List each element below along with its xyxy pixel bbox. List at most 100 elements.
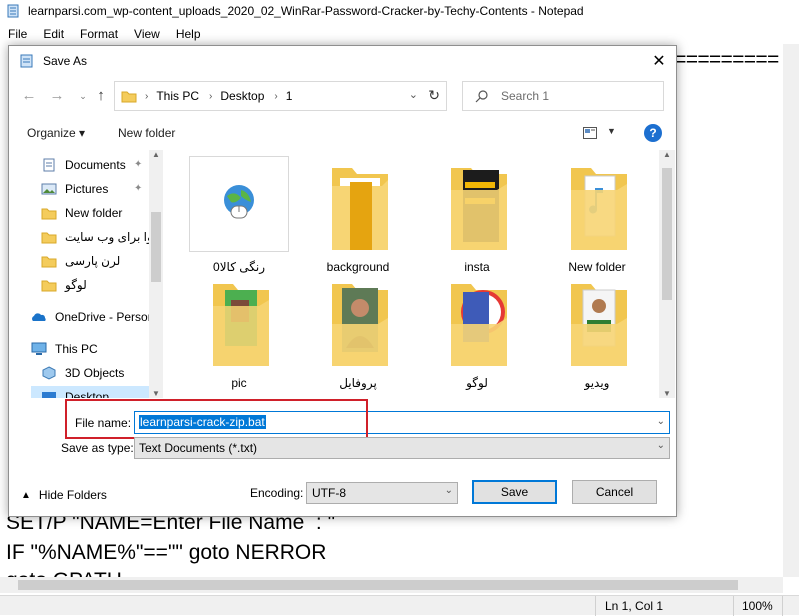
text-fragment: ========= [674,50,779,73]
view-options-icon[interactable] [583,127,597,139]
file-label: ویدیو [584,376,610,390]
folder-icon [213,284,269,366]
folder-icon [332,284,388,366]
breadcrumb-this-pc[interactable]: This PC [156,89,199,103]
save-as-type-label: Save as type: [61,441,134,455]
nav-item-label: Desktop [65,390,110,398]
encoding-value: UTF-8 [312,486,346,500]
nav-item-label: لوگو [65,278,87,292]
encoding-select[interactable]: UTF-8 ⌄ [306,482,458,504]
chevron-down-icon: ⌄ [444,485,453,496]
up-arrow-icon[interactable]: ↑ [91,86,111,106]
folder-icon [571,168,627,250]
documents-icon [43,158,55,172]
forward-arrow-icon[interactable]: → [47,86,67,106]
nav-item-folder[interactable]: لوگو [41,274,162,296]
nav-item-label: لرن پارسی [65,254,121,268]
pin-icon: ✦ [134,159,143,170]
refresh-icon[interactable]: ↻ [428,87,440,104]
nav-item-label: 3D Objects [65,366,125,380]
status-separator [782,596,783,616]
help-icon[interactable]: ? [644,124,662,142]
cancel-button[interactable]: Cancel [572,480,657,504]
close-button[interactable]: ✕ [642,46,676,76]
chevron-up-icon: ▲ [21,489,31,501]
file-item-folder[interactable]: insta [427,156,527,274]
scroll-thumb[interactable] [151,212,161,282]
close-icon: ✕ [652,53,666,70]
nav-item-new-folder[interactable]: New folder [41,202,162,224]
navigation-scrollbar[interactable]: ▲ ▼ [149,150,163,398]
folder-icon [121,91,137,103]
highlight-annotation [65,399,368,439]
desktop-icon [42,392,56,398]
status-position: Ln 1, Col 1 [605,599,664,613]
folder-icon [41,256,57,268]
file-item-shortcut[interactable]: 0رنگی کالا [189,156,289,274]
nav-item-this-pc[interactable]: This PC [31,338,162,360]
search-icon [475,90,488,103]
text-line: IF "%NAME%"=="" goto NERROR [6,541,327,564]
scroll-thumb[interactable] [18,580,738,590]
file-list: 0رنگی کالا background insta New folder p… [174,150,658,398]
scroll-up-icon[interactable]: ▲ [152,150,160,159]
nav-item-label: OneDrive - Persor [55,310,152,324]
file-list-scrollbar[interactable]: ▲ ▼ [659,150,675,398]
breadcrumb-1[interactable]: 1 [286,89,293,103]
nav-item-label: This PC [55,342,98,356]
file-item-folder[interactable]: ویدیو [547,272,647,390]
hide-folders-button[interactable]: ▲ Hide Folders [21,488,107,502]
chevron-down-icon: ⌄ [656,440,665,451]
save-button[interactable]: Save [472,480,557,504]
save-as-type-select[interactable]: Text Documents (*.txt) ⌄ [134,437,670,459]
file-item-folder[interactable]: پروفایل [308,272,408,390]
nav-item-documents[interactable]: Documents [41,154,162,176]
nav-item-label: Documents [65,158,126,172]
scroll-down-icon[interactable]: ▼ [152,389,160,398]
folder-icon [41,208,57,220]
notepad-icon [20,54,33,68]
folder-icon [41,232,57,244]
3d-objects-icon [42,366,56,380]
organize-button[interactable]: Organize ▾ [27,126,85,140]
chevron-right-icon: › [274,90,278,102]
nav-item-onedrive[interactable]: OneDrive - Persor [31,306,162,328]
file-item-folder[interactable]: background [308,156,408,274]
back-arrow-icon[interactable]: ← [19,86,39,106]
new-folder-button[interactable]: New folder [118,126,175,140]
search-input[interactable]: Search 1 [462,81,664,111]
breadcrumb-desktop[interactable]: Desktop [220,89,264,103]
folder-icon [571,284,627,366]
nav-item-label: Pictures [65,182,109,196]
scroll-down-icon[interactable]: ▼ [663,389,671,398]
file-label: لوگو [466,376,488,390]
notepad-horizontal-scrollbar[interactable] [0,577,783,593]
nav-item-3d-objects[interactable]: 3D Objects [41,362,162,384]
folder-icon [451,284,507,366]
address-bar[interactable]: › This PC › Desktop › 1 ⌄ ↻ [114,81,447,111]
chevron-right-icon: › [209,90,213,102]
view-dropdown-chevron-icon[interactable]: ▼ [607,126,616,136]
scroll-thumb[interactable] [662,168,672,300]
notepad-vertical-scrollbar[interactable] [783,44,799,577]
dialog-title-bar: Save As [9,46,676,76]
save-as-dialog: Save As ✕ ← → ⌄ ↑ › This PC › Desktop › … [8,45,677,517]
nav-item-folder[interactable]: نوا برای وب سایت [41,226,162,248]
status-zoom: 100% [742,599,773,613]
nav-item-label: New folder [65,206,123,220]
dialog-toolbar: Organize ▾ New folder ▼ ? [9,120,676,146]
nav-item-folder[interactable]: لرن پارسی [41,250,162,272]
file-item-folder[interactable]: pic [189,272,289,390]
chevron-down-icon[interactable]: ⌄ [657,416,665,427]
file-item-folder[interactable]: New folder [547,156,647,274]
scroll-up-icon[interactable]: ▲ [663,150,671,159]
notepad-status-bar: Ln 1, Col 1 100% [0,595,799,616]
folder-icon [332,168,388,250]
status-separator [733,596,734,616]
chevron-right-icon: › [145,90,149,102]
file-item-folder[interactable]: لوگو [427,272,527,390]
chevron-down-icon[interactable]: ⌄ [409,88,418,101]
recent-locations-chevron-icon[interactable]: ⌄ [73,86,93,106]
nav-item-desktop[interactable]: Desktop [31,386,162,398]
nav-item-pictures[interactable]: Pictures [41,178,162,200]
